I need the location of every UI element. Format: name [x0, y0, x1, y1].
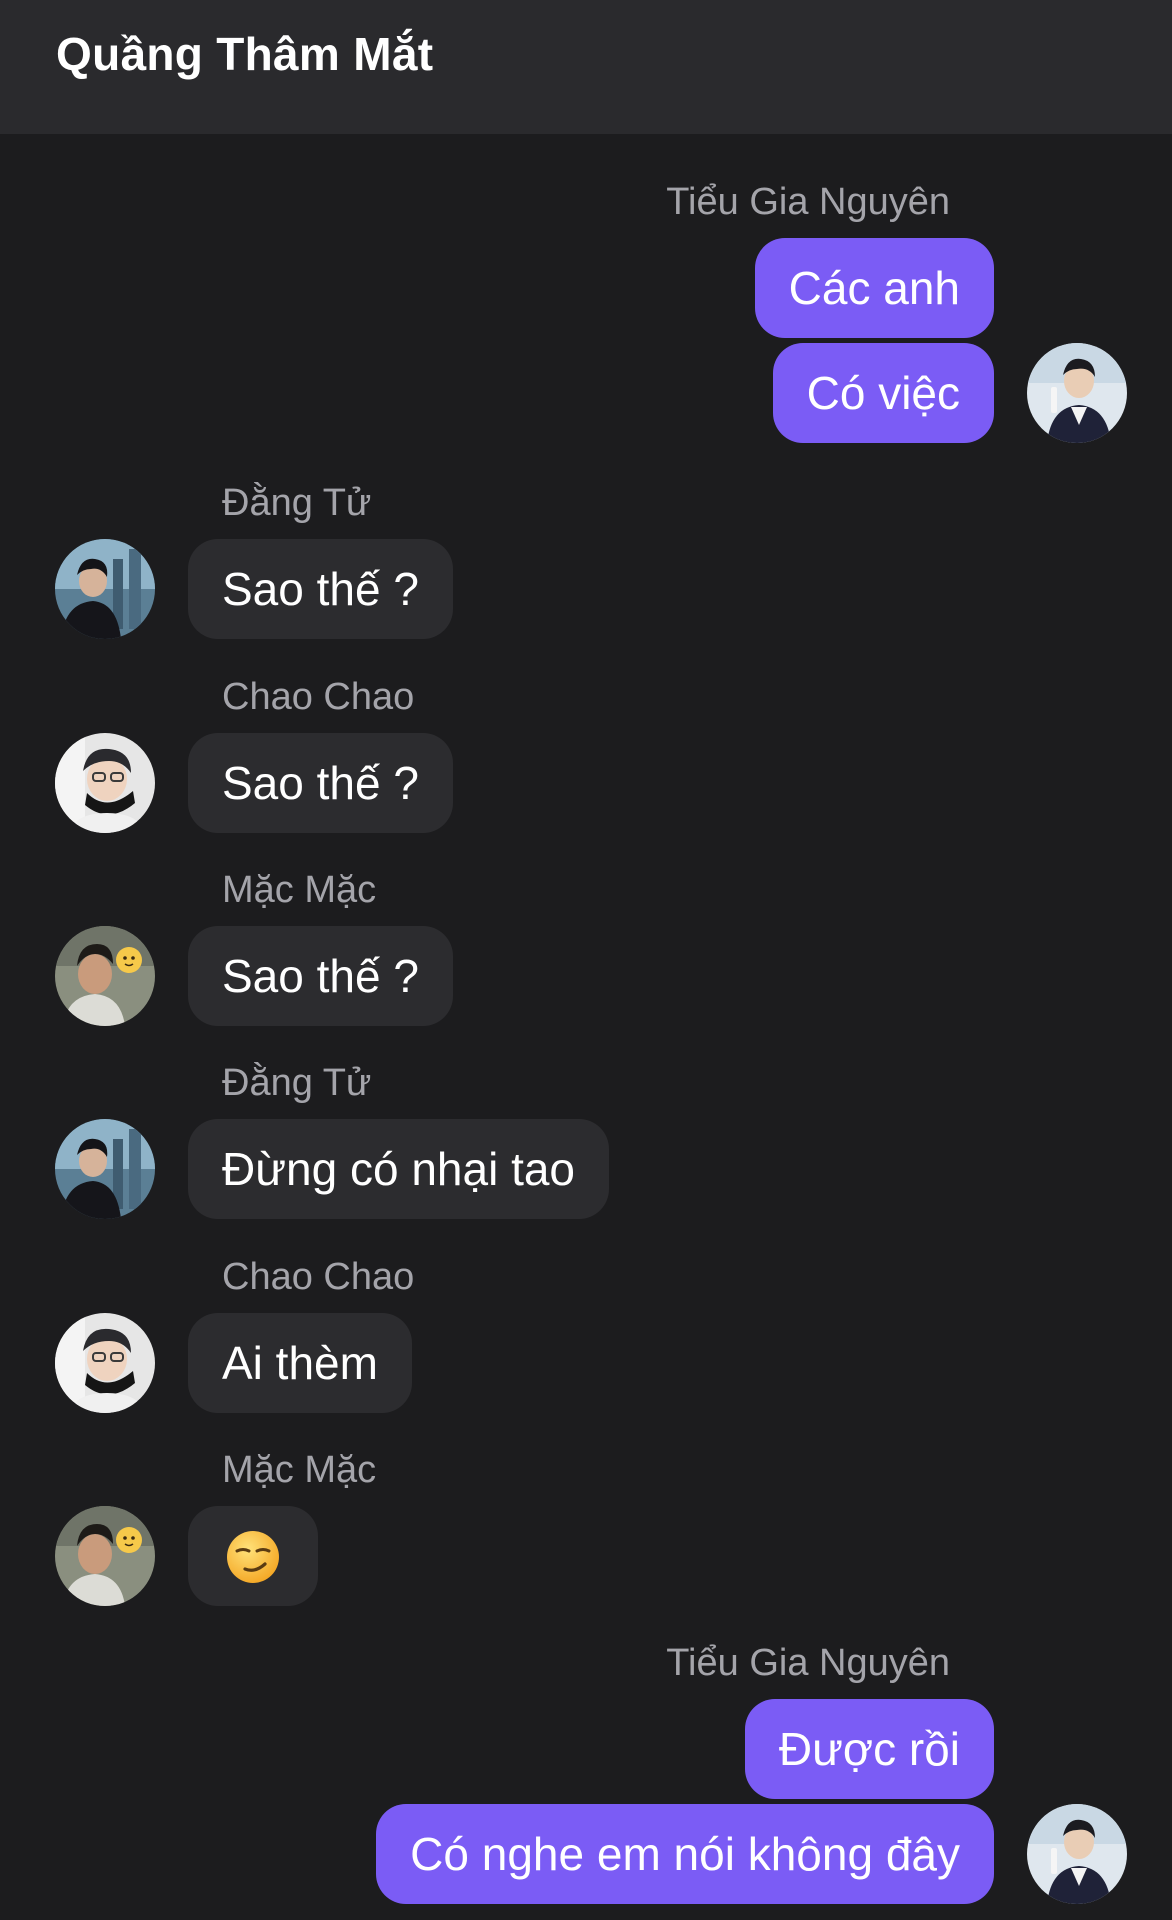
avatar-photo	[55, 539, 155, 639]
avatar-photo	[1027, 1804, 1127, 1904]
message-bubble-outgoing[interactable]: Có việc	[772, 343, 994, 443]
avatar-photo	[1027, 343, 1127, 443]
message-bubble-incoming[interactable]: Đừng có nhại tao	[188, 1119, 610, 1219]
message-bubble-incoming[interactable]: Ai thèm	[188, 1313, 412, 1413]
sender-name: Đằng Tử	[222, 482, 372, 524]
avatar-photo	[55, 1119, 155, 1219]
sender-name: Mặc Mặc	[222, 869, 377, 911]
avatar-photo	[55, 1506, 155, 1606]
avatar-chao-chao[interactable]	[55, 1313, 155, 1413]
message-bubble-incoming[interactable]: Sao thế ?	[188, 926, 453, 1026]
avatar-dang-tu[interactable]	[55, 1119, 155, 1219]
avatar-mac-mac[interactable]	[55, 926, 155, 1026]
message-bubble-incoming[interactable]: Sao thế ?	[188, 733, 453, 833]
avatar-photo	[55, 733, 155, 833]
smirking-face-icon	[227, 1530, 279, 1583]
message-bubble-incoming[interactable]: Sao thế ?	[188, 539, 453, 639]
avatar-tieu-gia-nguyen[interactable]	[1027, 343, 1127, 443]
avatar-tieu-gia-nguyen[interactable]	[1027, 1804, 1127, 1904]
sender-name: Chao Chao	[222, 1256, 415, 1298]
avatar-chao-chao[interactable]	[55, 733, 155, 833]
sender-name: Tiểu Gia Nguyên	[666, 181, 950, 223]
sender-name: Tiểu Gia Nguyên	[666, 1642, 950, 1684]
avatar-dang-tu[interactable]	[55, 539, 155, 639]
message-bubble-outgoing[interactable]: Được rồi	[744, 1699, 994, 1799]
sender-name: Mặc Mặc	[222, 1449, 377, 1491]
sender-name: Đằng Tử	[222, 1062, 372, 1104]
message-bubble-outgoing[interactable]: Các anh	[754, 238, 994, 338]
message-bubble-outgoing[interactable]: Có nghe em nói không đây	[376, 1804, 994, 1904]
chat-title: Quầng Thâm Mắt	[56, 28, 434, 80]
sender-name: Chao Chao	[222, 676, 415, 718]
chat-header: Quầng Thâm Mắt	[0, 0, 1172, 134]
avatar-mac-mac[interactable]	[55, 1506, 155, 1606]
avatar-photo	[55, 926, 155, 1026]
message-bubble-incoming[interactable]	[188, 1506, 318, 1606]
avatar-photo	[55, 1313, 155, 1413]
